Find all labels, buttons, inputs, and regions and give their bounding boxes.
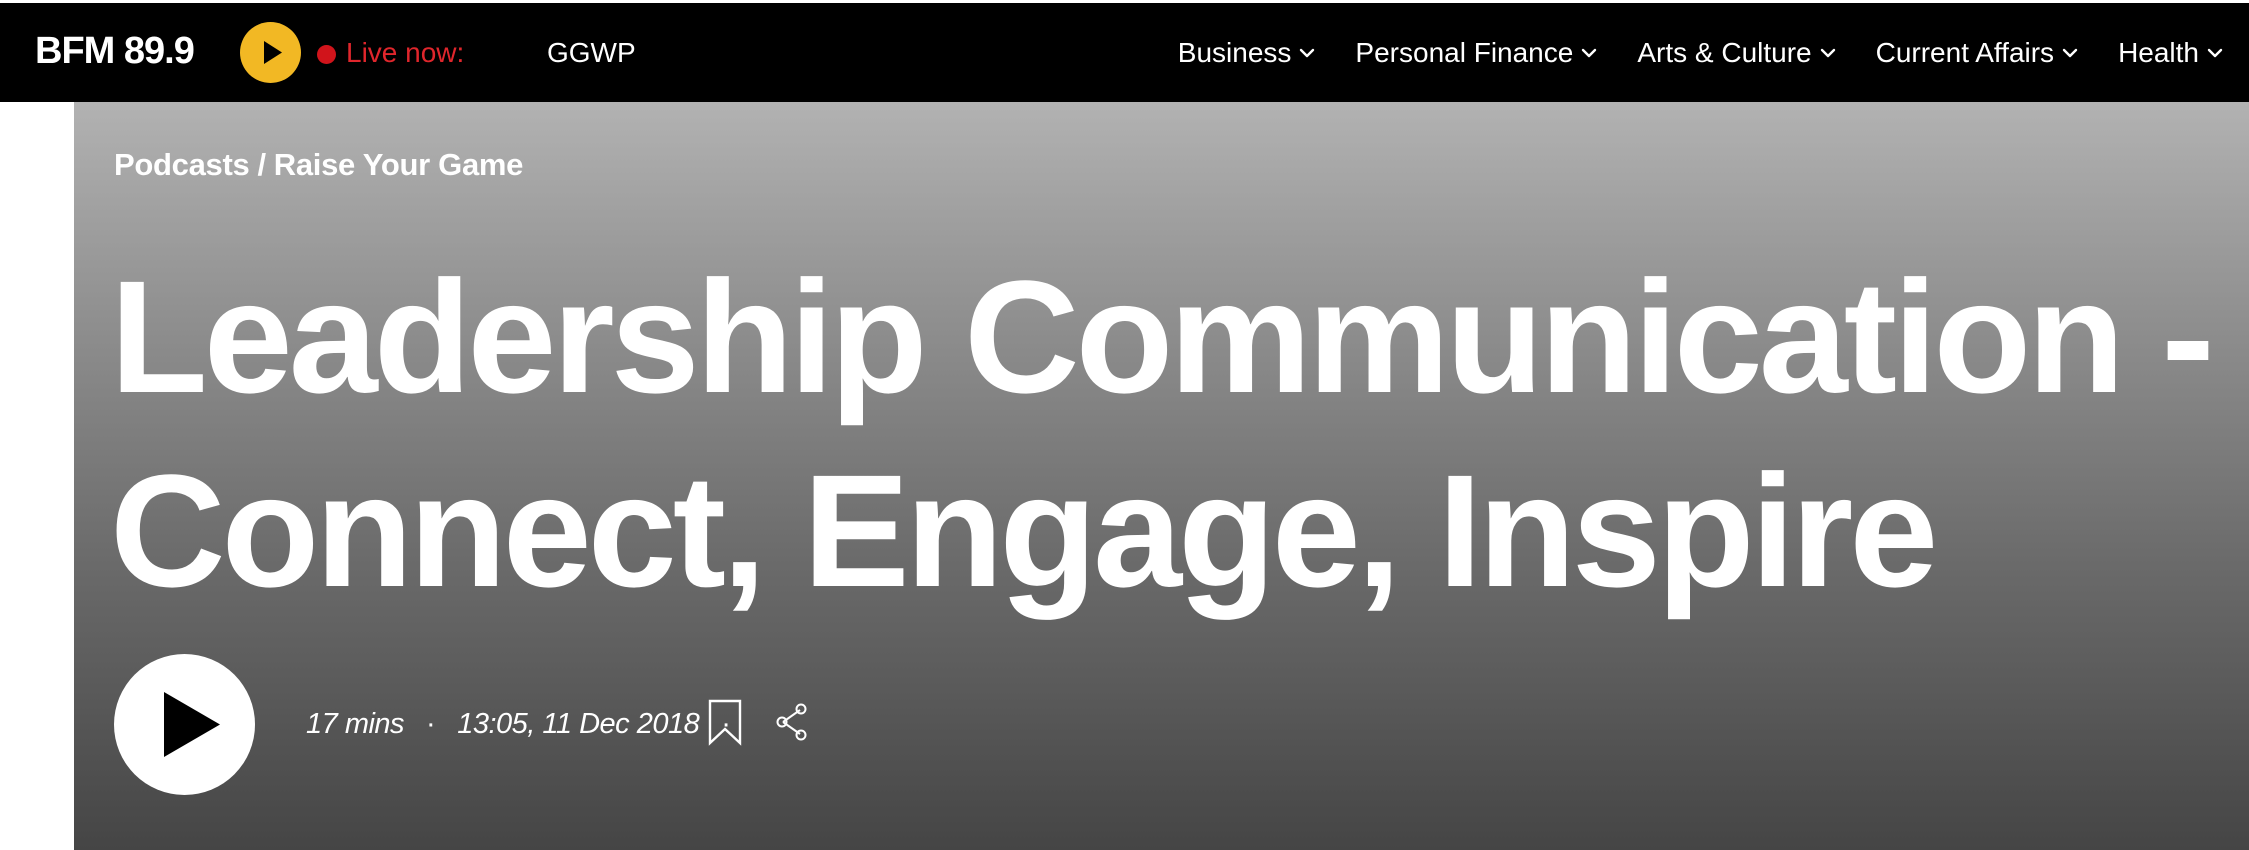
episode-meta: 17 mins · 13:05, 11 Dec 2018 · xyxy=(306,706,752,742)
play-icon xyxy=(264,41,282,64)
nav-item-label: Business xyxy=(1177,37,1292,68)
chevron-down-icon xyxy=(1300,48,1315,58)
episode-published-date: 13:05, 11 Dec 2018 xyxy=(457,708,700,740)
play-icon xyxy=(164,692,220,757)
episode-hero: Podcasts / Raise Your Game Leadership Comm… xyxy=(74,102,2249,850)
breadcrumb-show-link[interactable]: Raise Your Game xyxy=(274,147,524,182)
nav-item-label: Arts & Culture xyxy=(1637,37,1812,68)
nav-item-current-affairs[interactable]: Current Affairs xyxy=(1876,36,2078,70)
main-nav: Business Personal Finance Arts & Culture… xyxy=(1178,36,2223,70)
bfm-logo[interactable]: BFM 89.9 xyxy=(35,29,195,73)
meta-separator: · xyxy=(426,708,436,740)
episode-duration: 17 mins xyxy=(306,708,405,740)
episode-play-button[interactable] xyxy=(114,654,255,795)
chevron-down-icon xyxy=(1820,48,1835,58)
breadcrumb-separator: / xyxy=(257,147,266,182)
live-indicator-dot xyxy=(317,45,336,64)
nav-item-business[interactable]: Business xyxy=(1178,36,1316,70)
chevron-down-icon xyxy=(1582,48,1597,58)
bookmark-icon[interactable] xyxy=(707,698,743,746)
episode-title: Leadership Communication - Connect, Enga… xyxy=(110,247,2215,620)
top-navigation-bar: BFM 89.9 Live now: GGWP Business Persona… xyxy=(0,3,2249,102)
chevron-down-icon xyxy=(2062,48,2078,58)
breadcrumb: Podcasts / Raise Your Game xyxy=(114,146,523,184)
breadcrumb-podcasts-link[interactable]: Podcasts xyxy=(114,147,250,182)
live-play-button[interactable] xyxy=(240,22,301,83)
live-show-link[interactable]: GGWP xyxy=(547,36,636,70)
nav-item-health[interactable]: Health xyxy=(2118,36,2223,70)
chevron-down-icon xyxy=(2207,48,2223,58)
nav-item-arts-culture[interactable]: Arts & Culture xyxy=(1637,36,1835,70)
nav-item-label: Health xyxy=(2118,37,2199,68)
nav-item-label: Current Affairs xyxy=(1875,37,2055,68)
live-now-label: Live now: xyxy=(346,37,465,68)
nav-item-personal-finance[interactable]: Personal Finance xyxy=(1355,36,1597,70)
nav-item-label: Personal Finance xyxy=(1355,37,1574,68)
share-icon[interactable] xyxy=(774,702,810,742)
